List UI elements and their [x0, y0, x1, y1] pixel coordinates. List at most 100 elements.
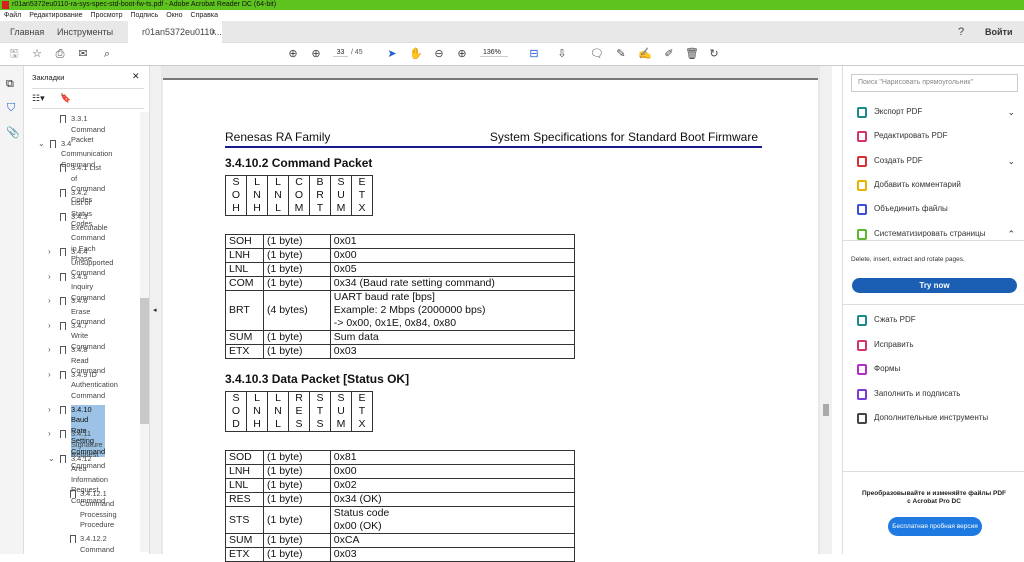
- free-trial-button[interactable]: Бесплатная пробная версия: [888, 517, 982, 536]
- zoom-out-icon[interactable]: ⊖: [432, 47, 446, 61]
- page-number-input[interactable]: 33: [333, 49, 348, 57]
- menu-view[interactable]: Просмотр: [91, 10, 123, 21]
- tool-item[interactable]: Заполнить и подписать: [851, 383, 1021, 405]
- tool-item[interactable]: Создать PDF ⌄: [851, 150, 1021, 172]
- tab-tools[interactable]: Инструменты: [57, 21, 113, 43]
- fit-page-icon[interactable]: ⊟: [527, 47, 541, 61]
- next-page-icon[interactable]: ⊕: [309, 47, 323, 61]
- field-value: 0x01: [329, 234, 576, 249]
- expand-chevron-icon[interactable]: ›: [48, 272, 51, 283]
- expand-chevron-icon[interactable]: ›: [48, 370, 51, 381]
- bookmark-options-icon[interactable]: ☷▾: [32, 93, 45, 104]
- tool-item[interactable]: Формы: [851, 358, 1021, 380]
- sign-in-button[interactable]: Войти: [985, 21, 1012, 43]
- expand-chevron-icon[interactable]: ⌄: [48, 454, 55, 465]
- format-field: E T X: [351, 391, 373, 432]
- edit-text-icon[interactable]: ✐: [662, 47, 676, 61]
- menu-sign[interactable]: Подпись: [131, 10, 159, 21]
- attachment-icon[interactable]: 📎: [6, 126, 20, 139]
- expand-chevron-icon[interactable]: ›: [48, 296, 51, 307]
- bookmark-icon: [60, 188, 66, 197]
- expand-chevron-icon[interactable]: ›: [48, 247, 51, 258]
- expand-chevron-icon[interactable]: ›: [48, 321, 51, 332]
- search-icon[interactable]: ⌕: [100, 47, 114, 61]
- organize-description: Delete, insert, extract and rotate pages…: [851, 256, 965, 263]
- try-now-button[interactable]: Try now: [852, 278, 1017, 293]
- tab-document[interactable]: r01an5372eu0110... ×: [128, 21, 222, 43]
- delete-icon[interactable]: 🗑: [685, 47, 699, 61]
- tool-label: Систематизировать страницы: [874, 228, 986, 238]
- chevron-icon[interactable]: ⌄: [1007, 101, 1015, 123]
- sign-icon[interactable]: ✍: [638, 47, 652, 61]
- format-field: S U M: [330, 175, 352, 216]
- select-cursor-icon[interactable]: ➤: [385, 47, 399, 61]
- tool-item[interactable]: Дополнительные инструменты: [851, 407, 1021, 429]
- field-value: UART baud rate [bps] Example: 2 Mbps (20…: [329, 290, 576, 331]
- field-value: 0x00: [329, 248, 576, 263]
- field-name: RES: [225, 492, 264, 507]
- window-title: r01an5372eu0110-ra-sys-spec-std-boot-fw-…: [12, 1, 277, 8]
- header-right: System Specifications for Standard Boot …: [489, 130, 758, 144]
- zoom-select[interactable]: 136%: [480, 49, 508, 57]
- bookmarks-icon[interactable]: ⛉: [7, 102, 15, 115]
- field-size: (1 byte): [262, 276, 331, 291]
- bookmark-icon: [60, 430, 66, 438]
- menu-edit[interactable]: Редактирование: [29, 10, 82, 21]
- star-icon[interactable]: ☆: [30, 47, 44, 61]
- packet-format-table: S O DL N HL N LR E SS T SS U ME T X: [225, 391, 373, 432]
- scroll-mode-icon[interactable]: ⇩: [555, 47, 569, 61]
- tool-item[interactable]: Сжать PDF: [851, 309, 1021, 331]
- print-icon[interactable]: ⎙: [53, 47, 67, 61]
- add-bookmark-icon[interactable]: 🔖: [60, 93, 71, 104]
- tab-close-icon[interactable]: ×: [211, 21, 216, 43]
- page-thumbnails-icon[interactable]: ⧉: [6, 78, 14, 91]
- chevron-icon[interactable]: ⌃: [1007, 223, 1015, 245]
- prev-page-icon[interactable]: ⊕: [286, 47, 300, 61]
- tool-item[interactable]: Систематизировать страницы ⌃: [851, 223, 1021, 245]
- comment-icon[interactable]: 🗨: [590, 47, 604, 61]
- tool-icon: [857, 107, 867, 118]
- document-scrollbar[interactable]: [820, 66, 832, 554]
- hand-icon[interactable]: ✋: [409, 47, 423, 61]
- tool-label: Объединить файлы: [874, 204, 948, 214]
- save-icon[interactable]: 🖫: [7, 47, 21, 61]
- tool-label: Заполнить и подписать: [874, 388, 961, 398]
- tool-item[interactable]: Экспорт PDF ⌄: [851, 101, 1021, 123]
- bookmark-icon: [60, 370, 66, 379]
- expand-chevron-icon[interactable]: ⌄: [38, 139, 45, 150]
- field-name: ETX: [225, 547, 264, 562]
- panel-collapse-handle[interactable]: ◂: [150, 66, 161, 554]
- tool-item[interactable]: Объединить файлы: [851, 198, 1021, 220]
- email-icon[interactable]: ✉: [76, 47, 90, 61]
- tool-icon: [857, 315, 867, 326]
- tools-search-input[interactable]: Поиск "Нарисовать прямоугольник": [851, 74, 1018, 92]
- menu-help[interactable]: Справка: [191, 10, 218, 21]
- format-field: B R T: [309, 175, 331, 216]
- tool-icon: [857, 131, 867, 143]
- expand-chevron-icon[interactable]: ›: [48, 405, 51, 416]
- table-row: ETX (1 byte) 0x03: [225, 344, 576, 359]
- chevron-icon[interactable]: ⌄: [1007, 150, 1015, 172]
- zoom-in-icon[interactable]: ⊕: [455, 47, 469, 61]
- format-field: S U M: [330, 391, 352, 432]
- bookmark-icon: [70, 489, 76, 498]
- format-field: C O M: [288, 175, 310, 216]
- promo-text: Преобразовывайте и изменяйте файлы PDF с…: [861, 490, 1006, 505]
- table-row: SUM (1 byte) 0xCA: [225, 533, 576, 548]
- expand-chevron-icon[interactable]: ›: [48, 429, 51, 440]
- tool-item[interactable]: Добавить комментарий: [851, 174, 1021, 196]
- tab-home[interactable]: Главная: [10, 21, 44, 43]
- tool-item[interactable]: Редактировать PDF: [851, 125, 1021, 147]
- field-value: 0x03: [329, 344, 576, 359]
- rotate-icon[interactable]: ↻: [707, 47, 721, 61]
- bookmarks-scrollbar[interactable]: [140, 112, 149, 552]
- help-icon[interactable]: ?: [958, 26, 964, 38]
- field-size: (4 bytes): [262, 290, 331, 331]
- expand-chevron-icon[interactable]: ›: [48, 345, 51, 356]
- menu-file[interactable]: Файл: [4, 10, 21, 21]
- close-panel-icon[interactable]: ✕: [132, 71, 140, 82]
- menu-window[interactable]: Окно: [166, 10, 182, 21]
- tool-item[interactable]: Исправить: [851, 334, 1021, 356]
- highlight-icon[interactable]: ✎: [614, 47, 628, 61]
- pdf-app-icon: [2, 1, 9, 9]
